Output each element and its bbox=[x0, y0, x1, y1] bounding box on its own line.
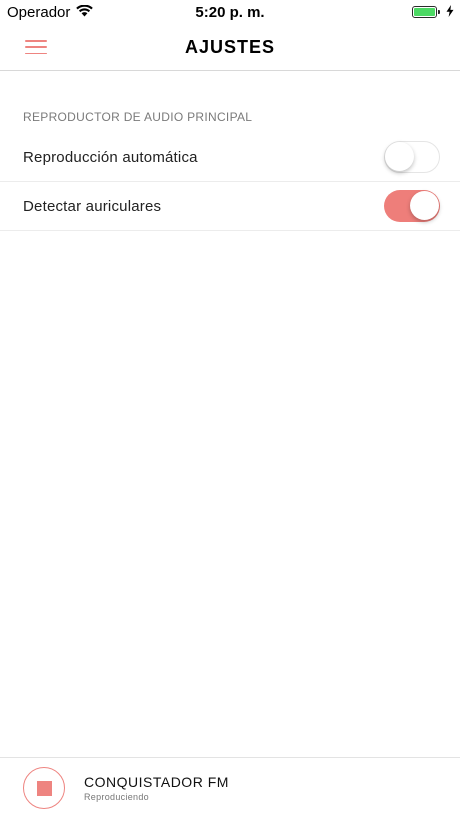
player-bar: CONQUISTADOR FM Reproduciendo bbox=[0, 757, 460, 818]
battery-icon bbox=[412, 6, 440, 18]
setting-label-autoplay: Reproducción automática bbox=[23, 148, 198, 166]
playback-status: Reproduciendo bbox=[84, 792, 149, 802]
wifi-icon bbox=[76, 4, 94, 21]
menu-line bbox=[25, 46, 47, 48]
nav-bar: AJUSTES bbox=[0, 24, 460, 71]
menu-line bbox=[25, 40, 47, 42]
charging-bolt-icon bbox=[446, 4, 454, 21]
menu-line bbox=[25, 52, 47, 54]
player-info: CONQUISTADOR FM Reproduciendo bbox=[84, 774, 229, 802]
status-bar: Operador 5:20 p. m. bbox=[0, 0, 460, 24]
stop-icon bbox=[36, 780, 52, 796]
hamburger-menu-icon[interactable] bbox=[25, 40, 47, 54]
status-right bbox=[412, 4, 454, 21]
section-header: REPRODUCTOR DE AUDIO PRINCIPAL bbox=[23, 110, 253, 124]
page-title: AJUSTES bbox=[184, 36, 276, 57]
screen: Operador 5:20 p. m. AJUSTES REPRODUCTOR … bbox=[0, 0, 460, 818]
stop-button[interactable] bbox=[23, 767, 65, 809]
toggle-knob bbox=[409, 191, 439, 220]
battery-level bbox=[414, 8, 435, 16]
setting-row-autoplay: Reproducción automática bbox=[0, 133, 460, 182]
setting-label-detect-headphones: Detectar auriculares bbox=[23, 197, 162, 215]
setting-row-detect-headphones: Detectar auriculares bbox=[0, 182, 460, 231]
station-name: CONQUISTADOR FM bbox=[84, 774, 229, 790]
detect-headphones-toggle[interactable] bbox=[384, 190, 440, 222]
status-left: Operador bbox=[7, 3, 94, 21]
autoplay-toggle[interactable] bbox=[384, 141, 440, 173]
toggle-knob bbox=[385, 142, 414, 171]
carrier-label: Operador bbox=[7, 3, 71, 21]
